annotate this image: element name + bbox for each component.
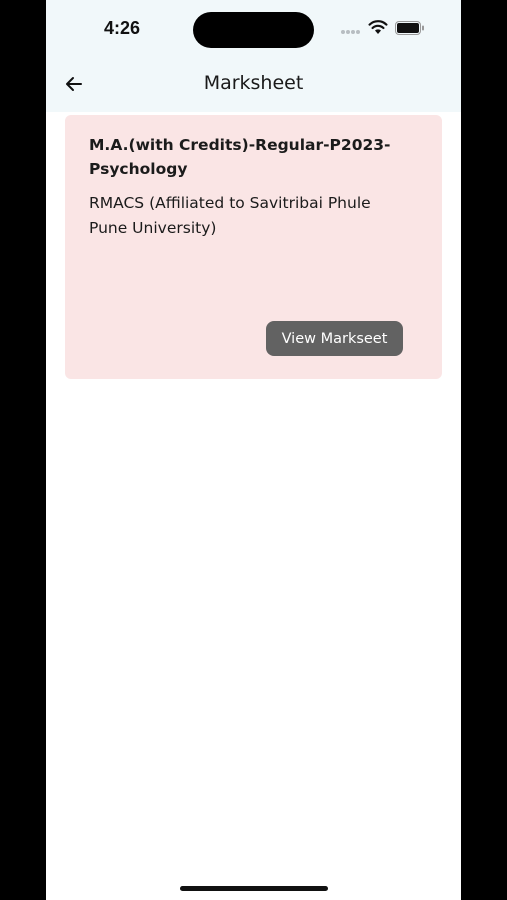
page-title: Marksheet [203, 72, 304, 94]
view-marksheet-button[interactable]: View Markseet [266, 321, 403, 356]
wifi-icon [368, 20, 388, 34]
dynamic-island [193, 12, 314, 48]
home-indicator[interactable] [180, 886, 328, 891]
signal-dots-icon [341, 30, 363, 36]
battery-icon [395, 21, 424, 35]
college-name: RMACS (Affiliated to Savitribai Phule Pu… [89, 194, 371, 237]
course-title: M.A.(with Credits)-Regular-P2023-Psychol… [89, 136, 391, 178]
status-time: 4:26 [104, 18, 141, 38]
app-header: 4:26 Marksheet [46, 0, 461, 112]
phone-screen: 4:26 Marksheet M.A.(with Credits)-Regula… [46, 0, 461, 900]
marksheet-card: M.A.(with Credits)-Regular-P2023-Psychol… [65, 115, 442, 379]
